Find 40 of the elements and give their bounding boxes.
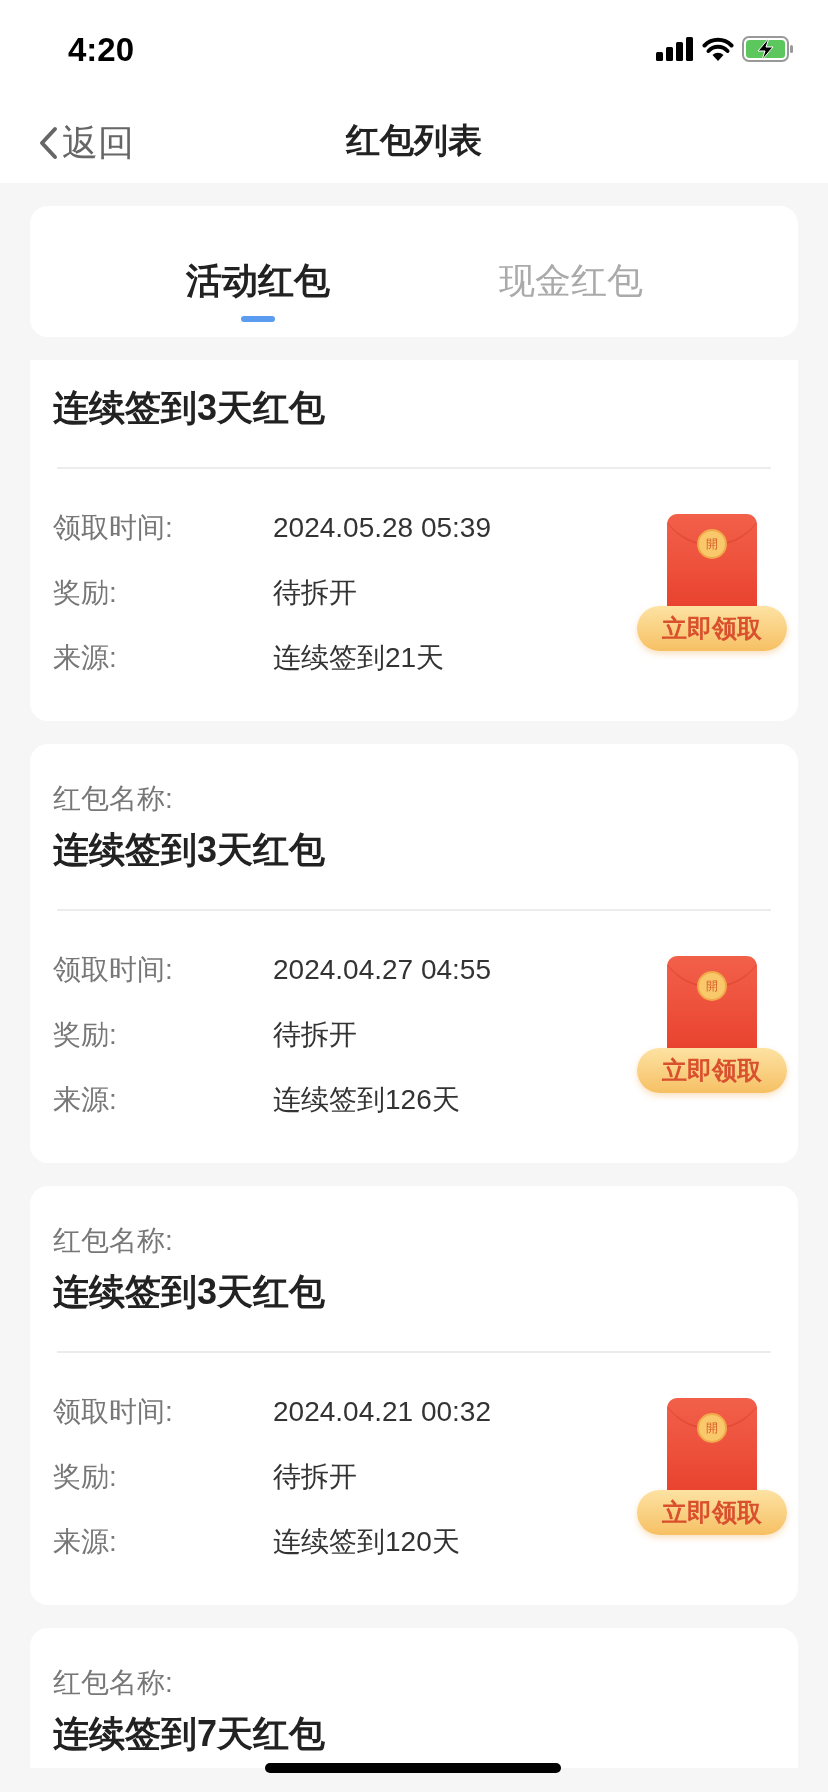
field-label: 来源:	[53, 1082, 118, 1117]
wifi-icon	[702, 37, 734, 61]
field-label: 奖励:	[53, 1017, 118, 1052]
field-label: 领取时间:	[53, 1394, 174, 1429]
field-value: 连续签到21天	[273, 640, 445, 675]
field-label: 奖励:	[53, 1459, 118, 1494]
field-label: 领取时间:	[53, 510, 174, 545]
seal-text: 開	[697, 1413, 727, 1443]
field-value: 连续签到126天	[273, 1082, 460, 1117]
claim-button[interactable]: 立即领取	[637, 1490, 787, 1535]
packet-title: 连续签到3天红包	[53, 386, 327, 430]
chevron-left-icon	[38, 126, 58, 160]
seal-text: 開	[697, 971, 727, 1001]
battery-charging-icon	[742, 36, 794, 62]
packet-title: 连续签到3天红包	[53, 1270, 327, 1314]
field-value: 待拆开	[273, 575, 357, 610]
tab[interactable]: 现金红包	[498, 248, 643, 322]
signal-icon	[656, 37, 694, 61]
field-label: 来源:	[53, 640, 118, 675]
field-value: 连续签到120天	[273, 1524, 460, 1559]
packet-title: 连续签到3天红包	[53, 828, 327, 872]
claim-button[interactable]: 立即领取	[637, 606, 787, 651]
packet-title: 连续签到7天红包	[53, 1712, 327, 1756]
back-button[interactable]: 返回	[38, 116, 134, 170]
status-time: 4:20	[68, 30, 135, 71]
tab[interactable]: 活动红包	[185, 248, 330, 322]
field-value: 待拆开	[273, 1459, 357, 1494]
field-value: 2024.04.27 04:55	[273, 952, 491, 987]
page-title: 红包列表	[346, 120, 482, 161]
field-label: 领取时间:	[53, 952, 174, 987]
field-label: 奖励:	[53, 575, 118, 610]
field-value: 2024.04.21 00:32	[273, 1394, 491, 1429]
field-label: 红包名称:	[53, 1224, 174, 1258]
field-label: 红包名称:	[53, 782, 174, 816]
seal-text: 開	[697, 529, 727, 559]
field-label: 红包名称:	[53, 1666, 174, 1700]
claim-button[interactable]: 立即领取	[637, 1048, 787, 1093]
field-value: 2024.05.28 05:39	[273, 510, 491, 545]
field-label: 来源:	[53, 1524, 118, 1559]
field-value: 待拆开	[273, 1017, 357, 1052]
